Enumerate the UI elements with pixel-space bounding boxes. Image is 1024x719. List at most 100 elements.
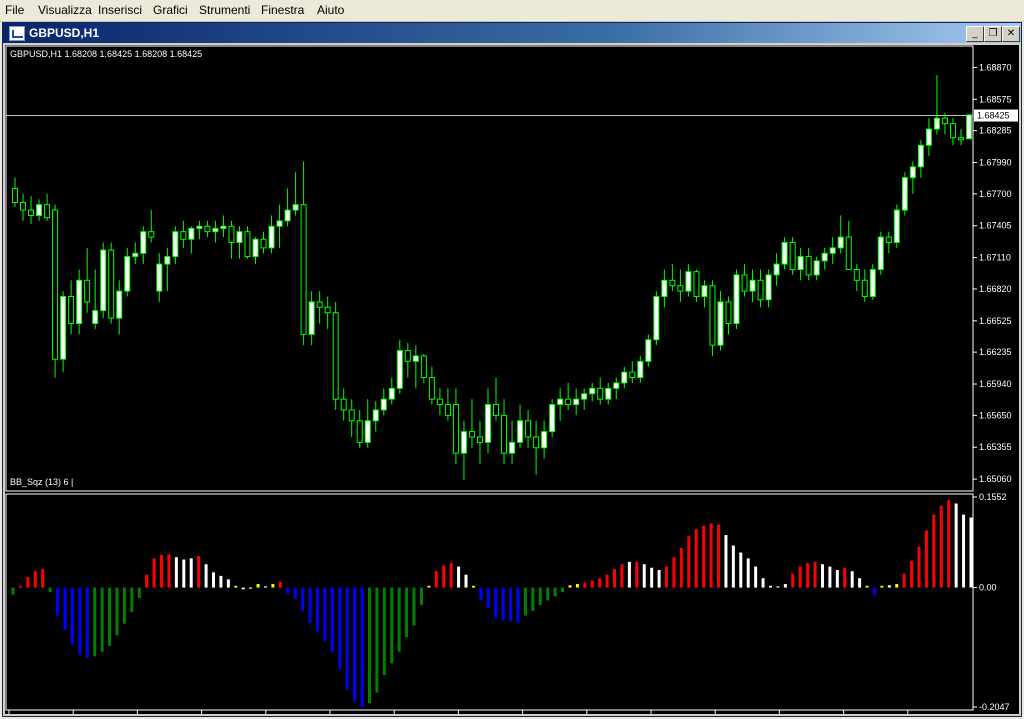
candle-body <box>476 436 483 443</box>
candle <box>629 361 636 383</box>
candle <box>268 215 275 254</box>
candle-body <box>388 387 395 400</box>
candle <box>613 377 620 400</box>
chart-window: GBPUSD,H1 _ ❐ ✕ 1.68870 1.68575 1.68285 1.6… <box>2 22 1022 719</box>
menu-aiuto[interactable]: Aiuto <box>317 3 344 17</box>
candle-body <box>509 441 516 454</box>
candle-body <box>172 231 179 258</box>
menu-finestra[interactable]: Finestra <box>261 3 304 17</box>
candle <box>837 215 844 254</box>
candle <box>428 366 435 405</box>
candle <box>12 177 18 207</box>
price-tick-label: 1.65940 <box>979 379 1012 389</box>
candle-body <box>773 263 780 276</box>
candle-body <box>212 227 219 233</box>
candle-body <box>957 137 964 141</box>
candle <box>340 388 347 421</box>
candle <box>509 420 516 464</box>
candle-body <box>725 301 732 325</box>
candle-body <box>653 296 660 341</box>
candle-body <box>613 382 620 389</box>
candle <box>637 355 644 383</box>
candle <box>172 226 179 265</box>
candle-body <box>460 431 467 454</box>
price-tick-label: 1.66235 <box>979 347 1012 357</box>
window-title: GBPUSD,H1 <box>29 26 100 40</box>
candle <box>404 342 411 378</box>
candle-body <box>693 271 700 298</box>
candle-body <box>484 404 491 443</box>
close-button[interactable]: ✕ <box>1002 26 1020 42</box>
candle <box>212 220 219 243</box>
candle <box>276 204 283 248</box>
candle-body <box>901 177 908 211</box>
candle <box>821 247 828 270</box>
candle <box>653 291 660 346</box>
candle-body <box>621 371 628 384</box>
candle-body <box>228 225 235 243</box>
candle-body <box>380 398 387 411</box>
candle <box>484 388 491 454</box>
candle-body <box>420 355 427 379</box>
candle <box>164 247 171 292</box>
restore-button[interactable]: ❐ <box>984 26 1002 42</box>
candle-body <box>629 371 636 379</box>
candle-body <box>661 279 668 298</box>
candle-body <box>340 398 347 411</box>
candle <box>436 388 443 416</box>
candle-body <box>412 355 419 362</box>
candle-body <box>204 225 211 233</box>
candle-body <box>821 252 828 262</box>
candle-body <box>68 296 75 325</box>
price-tick-label: 1.68870 <box>979 62 1012 72</box>
chart-area[interactable]: 1.68870 1.68575 1.68285 1.67990 1.67700 1.674… <box>5 45 1019 719</box>
price-tick-label: 1.66525 <box>979 316 1012 326</box>
candle-body <box>749 279 756 292</box>
candle-body <box>180 231 187 240</box>
candle-body <box>140 231 147 254</box>
candle-body <box>525 420 532 438</box>
window-titlebar[interactable]: GBPUSD,H1 _ ❐ ✕ <box>3 23 1021 43</box>
candle <box>573 388 580 416</box>
candle <box>933 75 940 135</box>
price-tick-label: 1.66820 <box>979 284 1012 294</box>
menu-visualizza[interactable]: Visualizza <box>38 3 92 17</box>
menu-inserisci[interactable]: Inserisci <box>98 3 142 17</box>
candle <box>733 269 740 329</box>
candle-body <box>829 247 836 254</box>
candle <box>757 269 764 308</box>
candle <box>925 118 932 157</box>
candle <box>597 377 604 405</box>
indicator-tick-label: -0.2047 <box>979 702 1010 712</box>
candle <box>308 291 315 346</box>
candle-body <box>757 279 764 301</box>
candle <box>156 253 163 302</box>
candle-body <box>28 209 35 216</box>
minimize-button[interactable]: _ <box>966 26 984 42</box>
indicator-histogram: 0.1552 0.00 -0.2047 <box>5 492 1010 712</box>
candle-body <box>966 114 972 140</box>
candle <box>789 237 796 275</box>
candle-body <box>885 236 892 243</box>
candle-body <box>188 227 195 240</box>
candle-body <box>789 241 796 271</box>
candle <box>773 253 780 286</box>
candle-body <box>20 202 27 211</box>
menu-grafici[interactable]: Grafici <box>153 3 188 17</box>
candle-body <box>533 436 540 449</box>
candle <box>765 269 772 308</box>
candle <box>60 291 67 373</box>
menu-strumenti[interactable]: Strumenti <box>199 3 250 17</box>
candle-body <box>709 285 716 346</box>
price-tick-label: 1.65355 <box>979 442 1012 452</box>
candle-body <box>84 279 91 303</box>
candle <box>493 377 500 421</box>
candle-body <box>260 238 267 249</box>
price-tick-label: 1.65060 <box>979 474 1012 484</box>
candle-body <box>452 404 459 454</box>
menu-file[interactable]: File <box>5 3 24 17</box>
candle <box>420 353 427 383</box>
candle-body <box>685 271 692 292</box>
candle-body <box>645 339 652 362</box>
chart-svg[interactable]: 1.68870 1.68575 1.68285 1.67990 1.67700 1.674… <box>5 45 1019 719</box>
